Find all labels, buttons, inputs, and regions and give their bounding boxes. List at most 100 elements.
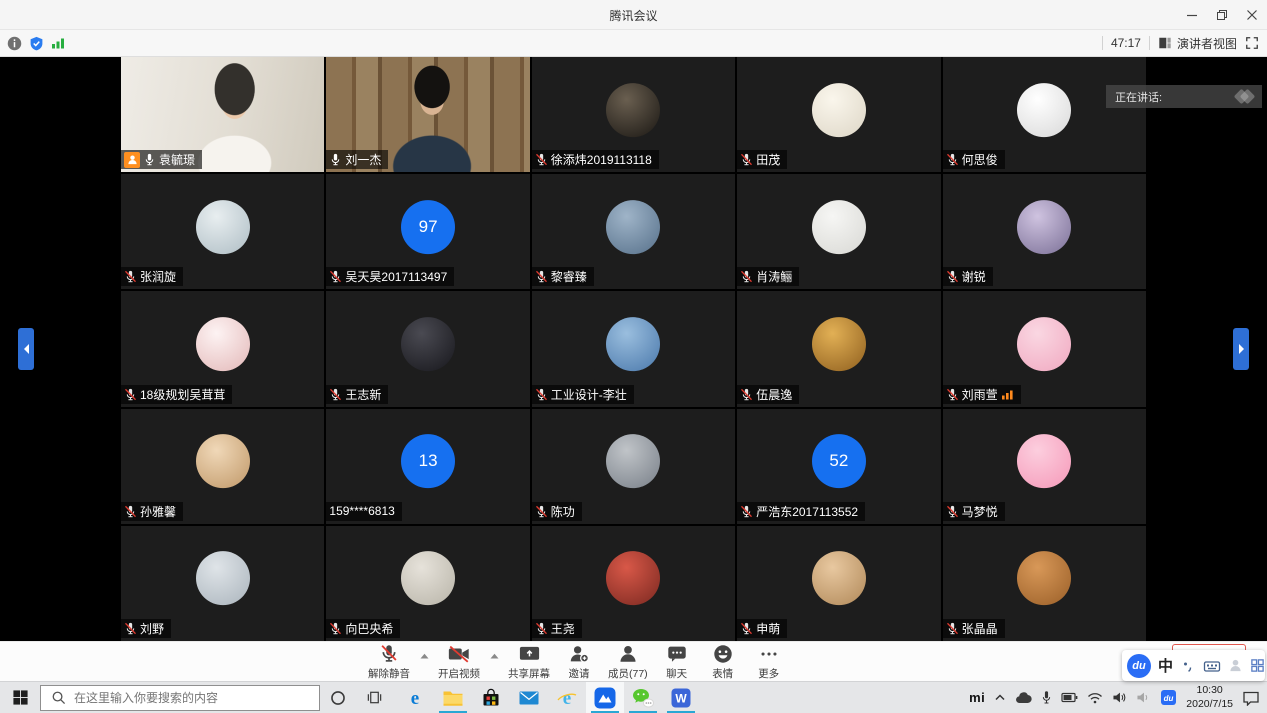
more-button[interactable]: 更多 — [746, 643, 792, 681]
participant-nameplate: 刘雨萱 — [943, 385, 1021, 404]
participant-tile[interactable]: 52严浩东2017113552 — [737, 409, 940, 524]
participant-avatar — [812, 200, 866, 254]
participant-nameplate: 张润旋 — [121, 267, 183, 286]
participant-tile[interactable]: 刘一杰 — [326, 57, 529, 172]
mic-muted-icon — [124, 388, 137, 401]
cloud-tray-icon[interactable] — [1015, 692, 1032, 704]
baidu-ime-logo[interactable]: du — [1127, 654, 1151, 678]
next-page-button[interactable] — [1233, 328, 1249, 370]
store-icon — [481, 688, 501, 708]
participant-tile[interactable]: 向巴央希 — [326, 526, 529, 641]
speaker-view-label: 演讲者视图 — [1177, 35, 1237, 52]
members-button[interactable]: 成员(77) — [602, 643, 654, 681]
minimize-button[interactable] — [1177, 0, 1207, 30]
participant-name: 18级规划吴茸茸 — [140, 386, 225, 403]
participant-tile[interactable]: 伍晨逸 — [737, 291, 940, 406]
mi-suite-tray-icon[interactable]: mi — [969, 690, 985, 705]
participant-tile[interactable]: 王尧 — [532, 526, 735, 641]
chevron-up-tray-icon[interactable] — [994, 693, 1006, 702]
mic-muted-icon — [329, 270, 342, 283]
participant-tile[interactable]: 袁毓璟 — [121, 57, 324, 172]
task-view-button[interactable] — [356, 682, 392, 713]
soft-keyboard-icon[interactable] — [1203, 658, 1221, 674]
participant-tile[interactable]: 徐添炜2019113118 — [532, 57, 735, 172]
unmute-button[interactable]: 解除静音 — [362, 643, 416, 681]
start-video-button[interactable]: 开启视频 — [432, 643, 486, 681]
taskbar-app-tencent-meeting[interactable] — [586, 682, 624, 713]
toolbar-label: 解除静音 — [368, 666, 410, 681]
taskbar-app-explorer[interactable] — [434, 682, 472, 713]
taskbar-app-edge[interactable]: e — [396, 682, 434, 713]
participant-tile[interactable]: 王志新 — [326, 291, 529, 406]
participant-tile[interactable]: 肖涛鲡 — [737, 174, 940, 289]
ime-mode-chinese[interactable]: 中 — [1158, 655, 1173, 676]
participant-tile[interactable]: 刘野 — [121, 526, 324, 641]
user-icon[interactable] — [1228, 658, 1243, 673]
participant-avatar — [196, 552, 250, 606]
participant-name: 谢锐 — [962, 268, 986, 285]
participant-tile[interactable]: 谢锐 — [943, 174, 1146, 289]
volume-dim-tray-icon[interactable] — [1136, 691, 1151, 704]
participant-name: 张润旋 — [140, 268, 176, 285]
fullscreen-button[interactable] — [1245, 36, 1259, 50]
grid-icon[interactable] — [1250, 658, 1265, 673]
tencent-meeting-window: 腾讯会议 47:17 演讲者视图 袁毓璟刘一杰徐添炜2019113118田茂何思… — [0, 0, 1267, 713]
chat-button[interactable]: 聊天 — [654, 643, 700, 681]
mic-muted-icon — [946, 153, 959, 166]
cortana-button[interactable] — [320, 682, 356, 713]
speaking-now-label: 正在讲话: — [1115, 89, 1162, 105]
prev-page-button[interactable] — [18, 328, 34, 370]
taskbar-apps: eeW — [396, 682, 700, 713]
participant-name: 王志新 — [345, 386, 381, 403]
mic-muted-icon — [535, 622, 548, 635]
taskbar-app-ie[interactable]: e — [548, 682, 586, 713]
action-center-button[interactable] — [1242, 690, 1260, 706]
participant-nameplate: 伍晨逸 — [737, 385, 799, 404]
start-video-options-chevron[interactable] — [486, 653, 502, 672]
window-title: 腾讯会议 — [0, 0, 1267, 30]
participant-tile[interactable]: 18级规划吴茸茸 — [121, 291, 324, 406]
baidu-pan-tray-icon[interactable]: du — [1160, 689, 1177, 706]
participant-nameplate: 刘一杰 — [326, 150, 388, 169]
participant-tile[interactable]: 田茂 — [737, 57, 940, 172]
participant-tile[interactable]: 工业设计-李壮 — [532, 291, 735, 406]
participant-tile[interactable]: 孙雅馨 — [121, 409, 324, 524]
invite-button[interactable]: 邀请 — [556, 643, 602, 681]
taskbar-app-store[interactable] — [472, 682, 510, 713]
participant-tile[interactable]: 陈功 — [532, 409, 735, 524]
search-input[interactable] — [74, 691, 309, 705]
share-screen-button[interactable]: 共享屏幕 — [502, 643, 556, 681]
unmute-options-chevron[interactable] — [416, 653, 432, 672]
participant-tile[interactable]: 97吴天昊2017113497 — [326, 174, 529, 289]
taskbar-app-mail[interactable] — [510, 682, 548, 713]
taskbar-app-wps[interactable]: W — [662, 682, 700, 713]
participant-nameplate: 吴天昊2017113497 — [326, 267, 454, 286]
security-shield-icon[interactable] — [29, 36, 44, 51]
emoji-button[interactable]: 表情 — [700, 643, 746, 681]
participant-nameplate: 严浩东2017113552 — [737, 502, 865, 521]
participant-tile[interactable]: 黎睿臻 — [532, 174, 735, 289]
participant-tile[interactable]: 何思俊 — [943, 57, 1146, 172]
chevron-left-icon — [19, 344, 29, 354]
battery-tray-icon[interactable] — [1061, 692, 1078, 703]
taskbar-clock[interactable]: 10:30 2020/7/15 — [1186, 684, 1233, 711]
close-button[interactable] — [1237, 0, 1267, 30]
participant-tile[interactable]: 申萌 — [737, 526, 940, 641]
mic-tray-icon[interactable] — [1041, 690, 1052, 705]
participant-tile[interactable]: 13159****6813 — [326, 409, 529, 524]
wifi-tray-icon[interactable] — [1087, 692, 1103, 704]
speaker-view-button[interactable]: 演讲者视图 — [1158, 35, 1237, 52]
participant-avatar — [606, 83, 660, 137]
toolbar-label: 共享屏幕 — [508, 666, 550, 681]
participant-tile[interactable]: 张晶晶 — [943, 526, 1146, 641]
taskbar-app-wechat[interactable] — [624, 682, 662, 713]
maximize-button[interactable] — [1207, 0, 1237, 30]
volume-tray-icon[interactable] — [1112, 691, 1127, 704]
info-icon[interactable] — [7, 36, 22, 51]
participant-nameplate: 袁毓璟 — [121, 150, 202, 169]
participant-tile[interactable]: 张润旋 — [121, 174, 324, 289]
participant-tile[interactable]: 马梦悦 — [943, 409, 1146, 524]
start-button[interactable] — [0, 682, 40, 713]
punctuation-icon[interactable] — [1180, 658, 1196, 674]
participant-tile[interactable]: 刘雨萱 — [943, 291, 1146, 406]
